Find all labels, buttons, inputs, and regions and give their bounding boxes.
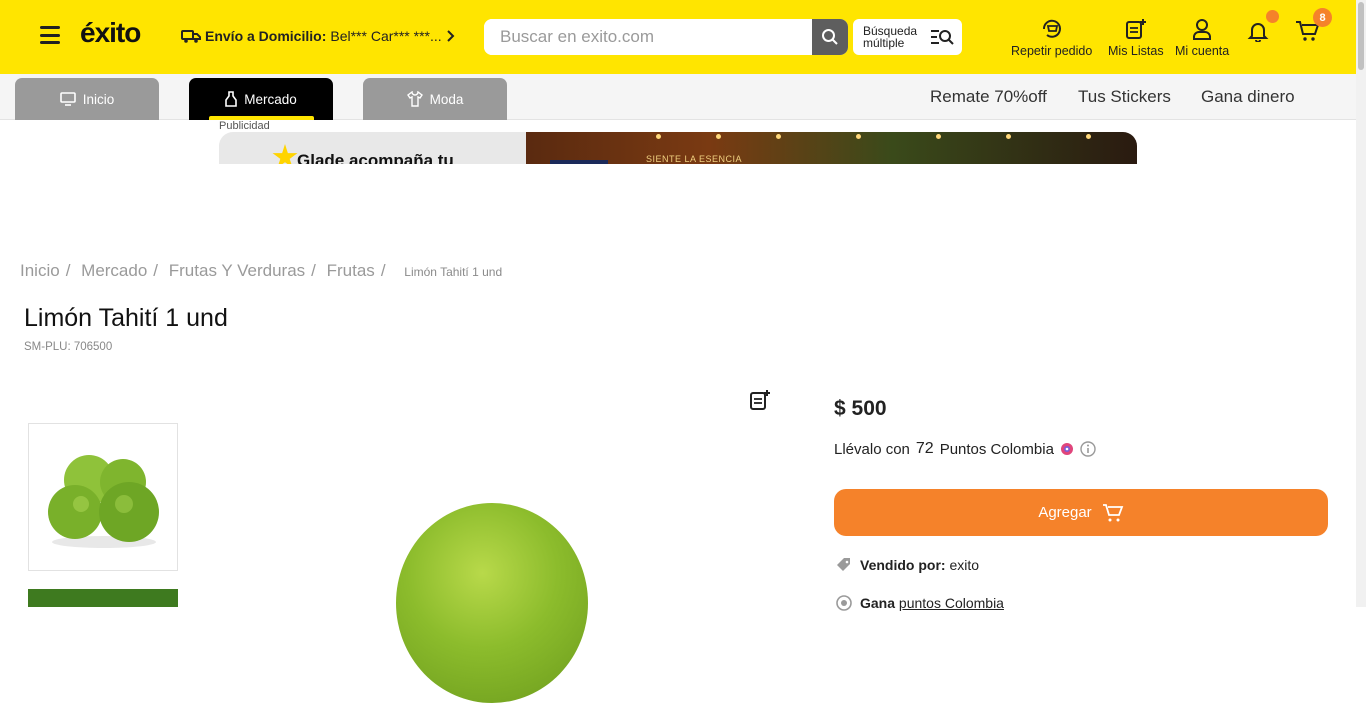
page-scrollbar[interactable] bbox=[1356, 0, 1366, 607]
product-plu: SM-PLU: 706500 bbox=[24, 341, 113, 353]
nav-link-stickers[interactable]: Tus Stickers bbox=[1078, 87, 1171, 107]
bell-icon bbox=[1247, 23, 1269, 42]
breadcrumb-frutas[interactable]: Frutas bbox=[327, 261, 375, 280]
ad-banner-left: Glade acompaña tu bbox=[219, 132, 526, 164]
points-info: Llévalo con 72 Puntos Colombia bbox=[834, 440, 1096, 458]
product-thumbnail-1[interactable] bbox=[28, 423, 178, 571]
tab-inicio-label: Inicio bbox=[82, 91, 115, 107]
ad-label: Publicidad bbox=[219, 120, 270, 132]
breadcrumb-frutas-verduras[interactable]: Frutas Y Verduras bbox=[169, 261, 305, 280]
tag-icon bbox=[837, 558, 850, 571]
repeat-order-label: Repetir pedido bbox=[1011, 44, 1093, 58]
ad-banner[interactable]: Glade acompaña tu SIENTE LA ESENCIA bbox=[219, 132, 1137, 164]
delivery-label: Envío a Domicilio: bbox=[205, 28, 327, 44]
product-thumbnail-2[interactable] bbox=[28, 589, 178, 607]
breadcrumb-mercado[interactable]: Mercado bbox=[81, 261, 147, 280]
breadcrumb-inicio[interactable]: Inicio bbox=[20, 261, 60, 280]
add-to-cart-button[interactable]: Agregar bbox=[834, 489, 1328, 536]
points-coin-icon bbox=[836, 595, 852, 611]
cart-count-badge: 8 bbox=[1313, 8, 1332, 27]
tab-inicio[interactable]: Inicio bbox=[15, 78, 159, 120]
puntos-colombia-icon bbox=[1060, 443, 1073, 455]
info-icon[interactable] bbox=[1080, 441, 1096, 457]
earn-points-info: Gana puntos Colombia bbox=[836, 595, 1004, 611]
earn-link[interactable]: puntos Colombia bbox=[899, 595, 1004, 611]
my-lists-button[interactable]: Mis Listas bbox=[1108, 18, 1164, 58]
my-lists-label: Mis Listas bbox=[1108, 44, 1164, 58]
search-bar bbox=[484, 19, 848, 55]
scrollbar-thumb[interactable] bbox=[1358, 2, 1364, 70]
points-prefix: Llévalo con bbox=[834, 440, 910, 458]
bottle-icon bbox=[225, 91, 238, 107]
monitor-icon bbox=[59, 92, 76, 106]
breadcrumb-current: Limón Tahití 1 und bbox=[404, 265, 503, 279]
points-suffix: Puntos Colombia bbox=[939, 440, 1054, 458]
repeat-cart-icon bbox=[1042, 19, 1061, 38]
breadcrumb: Inicio / Mercado / Frutas Y Verduras / Frut… bbox=[20, 261, 503, 280]
shirt-icon bbox=[406, 91, 423, 107]
list-add-icon bbox=[1125, 19, 1146, 39]
add-to-cart-label: Agregar bbox=[1038, 504, 1092, 521]
ad-banner-image: SIENTE LA ESENCIA bbox=[526, 132, 1137, 164]
tab-mercado-label: Mercado bbox=[244, 91, 297, 107]
tab-moda[interactable]: Moda bbox=[363, 78, 507, 120]
product-title: Limón Tahití 1 und bbox=[24, 304, 228, 332]
seller-label: Vendido por: bbox=[860, 557, 946, 573]
truck-icon bbox=[181, 30, 201, 43]
add-to-list-button[interactable] bbox=[749, 389, 771, 416]
tab-moda-label: Moda bbox=[429, 91, 464, 107]
search-icon bbox=[822, 29, 838, 45]
lime-image bbox=[48, 455, 159, 548]
delivery-selector[interactable]: Envío a Domicilio: Bel*** Car*** ***... bbox=[181, 28, 456, 44]
my-account-label: Mi cuenta bbox=[1175, 44, 1230, 58]
seller-info: Vendido por: exito bbox=[836, 557, 979, 573]
delivery-address: Bel*** Car*** ***... bbox=[330, 28, 442, 44]
tab-mercado[interactable]: Mercado bbox=[189, 78, 333, 120]
product-price: $ 500 bbox=[834, 397, 887, 420]
user-icon bbox=[1193, 19, 1212, 40]
ad-product-tag bbox=[550, 160, 608, 164]
search-input[interactable] bbox=[484, 19, 812, 55]
menu-icon[interactable] bbox=[40, 26, 60, 44]
nav-link-remate[interactable]: Remate 70%off bbox=[930, 87, 1047, 107]
cart-icon bbox=[1102, 503, 1123, 521]
notifications-button[interactable] bbox=[1247, 20, 1269, 46]
nav-link-gana-dinero[interactable]: Gana dinero bbox=[1201, 87, 1295, 107]
logo[interactable]: éxito bbox=[80, 17, 141, 49]
earn-label: Gana bbox=[860, 595, 896, 611]
product-main-image bbox=[396, 503, 588, 703]
star-icon bbox=[272, 144, 298, 164]
ad-right-text: SIENTE LA ESENCIA bbox=[646, 154, 743, 164]
points-value: 72 bbox=[915, 440, 934, 457]
list-search-icon bbox=[931, 30, 954, 45]
header: éxito Envío a Domicilio: Bel*** Car*** *… bbox=[0, 0, 1366, 74]
search-button[interactable] bbox=[812, 19, 848, 55]
ad-headline: Glade acompaña tu bbox=[297, 151, 454, 164]
notification-dot bbox=[1266, 10, 1279, 23]
my-account-button[interactable]: Mi cuenta bbox=[1175, 18, 1229, 58]
repeat-order-button[interactable]: Repetir pedido bbox=[1011, 18, 1092, 58]
multi-search-button[interactable]: Búsqueda múltiple bbox=[853, 19, 962, 55]
list-add-icon bbox=[750, 390, 770, 410]
chevron-right-icon bbox=[446, 30, 455, 42]
seller-name: exito bbox=[949, 557, 980, 573]
